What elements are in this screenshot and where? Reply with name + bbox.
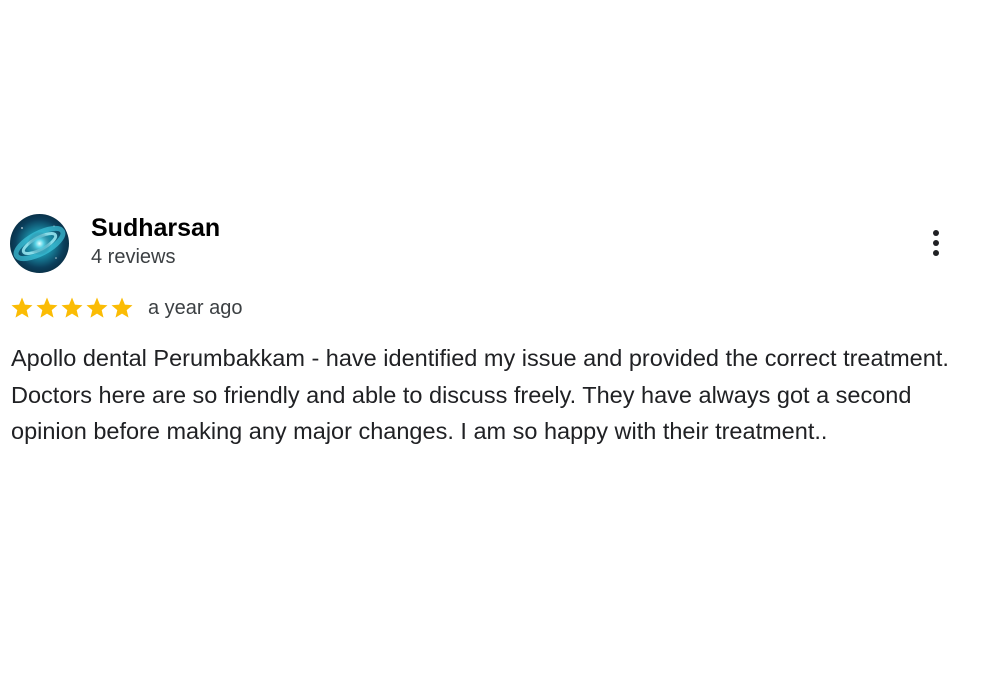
star-icon: [111, 297, 133, 318]
more-vert-icon-dot: [933, 240, 939, 246]
review-date: a year ago: [148, 296, 243, 319]
rating-row: a year ago: [10, 294, 243, 322]
star-icon: [36, 297, 58, 318]
more-vert-icon: [933, 230, 939, 236]
star-icon: [11, 297, 33, 318]
more-vert-icon-dot: [933, 250, 939, 256]
star-icon: [86, 297, 108, 318]
avatar[interactable]: [10, 214, 69, 273]
review-header: Sudharsan 4 reviews: [10, 213, 960, 275]
review-text: Apollo dental Perumbakkam - have identif…: [11, 345, 949, 444]
galaxy-avatar-icon: [13, 225, 66, 262]
more-options-button[interactable]: [922, 225, 950, 261]
review-count: 4 reviews: [91, 246, 176, 268]
review-card: Sudharsan 4 reviews a year ago Apollo de…: [10, 213, 960, 444]
reviewer-name[interactable]: Sudharsan: [91, 213, 220, 243]
star-icon: [61, 297, 83, 318]
star-rating: [10, 296, 134, 320]
